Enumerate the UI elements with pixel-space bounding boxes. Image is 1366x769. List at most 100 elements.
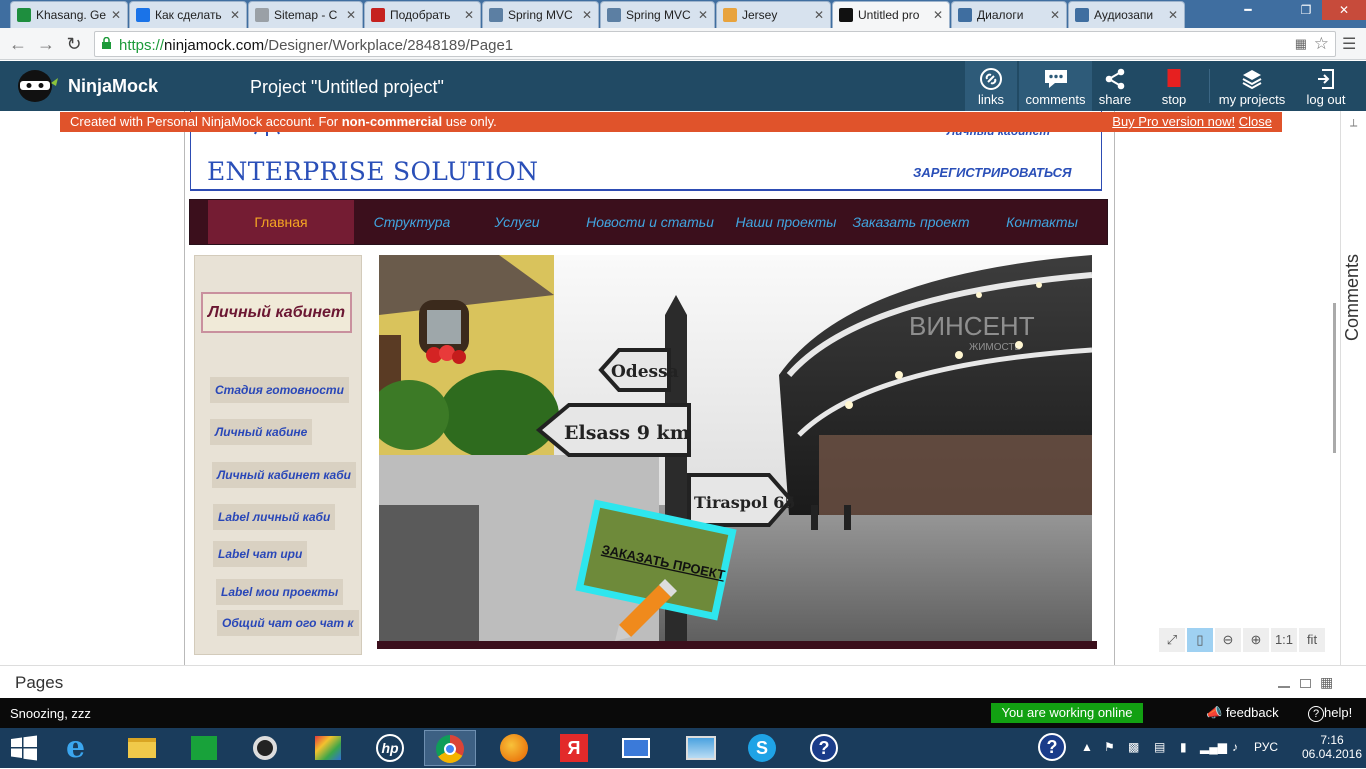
buy-pro-link[interactable]: Buy Pro version now! <box>1112 114 1235 129</box>
site-nav-item-structure[interactable]: Структура <box>362 200 462 244</box>
snooze-text: Snoozing, zzz <box>10 706 91 721</box>
taskbar-explorer[interactable] <box>116 730 168 766</box>
taskbar-yandex[interactable]: Я <box>548 730 600 766</box>
taskbar-help[interactable]: ? <box>798 730 850 766</box>
log-out-button[interactable]: log out <box>1300 61 1352 111</box>
back-button[interactable]: ← <box>6 32 30 56</box>
tray-signal-icon[interactable]: ▂▄▆ <box>1200 740 1227 754</box>
taskbar-store[interactable] <box>178 730 230 766</box>
pause-icon <box>958 8 972 22</box>
taskbar-hp[interactable]: hp <box>364 730 416 766</box>
register-link[interactable]: ЗАРЕГИСТРИРОВАТЬСЯ <box>913 165 1072 180</box>
browser-tab[interactable]: Подобрать ✕ <box>364 1 481 28</box>
close-tab-icon[interactable]: ✕ <box>698 8 708 22</box>
browser-tab[interactable]: Untitled pro ✕ <box>832 1 950 28</box>
star-icon[interactable]: ☆ <box>1314 34 1329 54</box>
taskbar-ie[interactable]: e <box>54 730 106 766</box>
tray-monitor-icon[interactable]: ▤ <box>1154 740 1165 754</box>
cabinet-box[interactable]: Личный кабинет <box>201 292 352 333</box>
banner-emph: non-commercial <box>341 114 443 129</box>
tray-clock[interactable]: 7:16 06.04.2016 <box>1300 733 1364 761</box>
help-button[interactable]: ? help! <box>1308 705 1352 722</box>
start-button[interactable] <box>0 730 48 766</box>
browser-tab[interactable]: Как сделать ✕ <box>129 1 247 28</box>
design-canvas[interactable]: ENTERPRISE SOLUTION Личный кабинет ЗАРЕГ… <box>0 111 1340 665</box>
close-tab-icon[interactable]: ✕ <box>1050 8 1060 22</box>
comments-button[interactable]: comments <box>1019 61 1092 111</box>
browser-tab-label: Диалоги <box>977 8 1024 22</box>
taskbar-webcam[interactable] <box>240 730 292 766</box>
device-button[interactable]: ▯ <box>1187 628 1213 652</box>
zoom-fit-button[interactable]: fit <box>1299 628 1325 652</box>
banner-close-link[interactable]: Close <box>1239 114 1272 129</box>
site-sidebar: Личный кабинет Стадия готовности Личный … <box>194 255 362 655</box>
pages-grid-icon[interactable]: ▦ <box>1320 674 1333 691</box>
canvas-scrollbar[interactable] <box>1333 303 1336 453</box>
zoom-in-button[interactable]: ⊕ <box>1243 628 1269 652</box>
feedback-button[interactable]: 📣 feedback <box>1206 705 1279 721</box>
browser-tab[interactable]: Spring MVC ✕ <box>482 1 599 28</box>
side-link[interactable]: Label чат ири <box>213 541 308 567</box>
my-projects-button[interactable]: my projects <box>1214 61 1290 111</box>
taskbar-photos[interactable] <box>674 730 726 766</box>
browser-tab[interactable]: Аудиозапи ✕ <box>1068 1 1185 28</box>
taskbar-firefox[interactable] <box>488 730 540 766</box>
site-nav-item-services[interactable]: Услуги <box>482 200 552 244</box>
pages-maximize-icon[interactable] <box>1300 679 1311 688</box>
translate-icon[interactable]: ▦ <box>1295 36 1307 52</box>
close-tab-icon[interactable]: ✕ <box>814 8 824 22</box>
browser-tab[interactable]: Диалоги ✕ <box>951 1 1067 28</box>
close-tab-icon[interactable]: ✕ <box>230 8 240 22</box>
site-nav-item-news[interactable]: Новости и статьи <box>580 200 720 244</box>
close-window-button[interactable]: ✕ <box>1322 0 1366 20</box>
close-tab-icon[interactable]: ✕ <box>464 8 474 22</box>
side-link[interactable]: Личный кабинет каби <box>212 462 356 488</box>
menu-icon[interactable]: ☰ <box>1342 34 1356 54</box>
side-link[interactable]: Личный кабине <box>210 419 313 445</box>
pages-minimize-icon[interactable] <box>1278 686 1290 688</box>
side-link[interactable]: Label личный каби <box>213 504 336 530</box>
minimize-button[interactable]: ━ <box>1234 0 1262 20</box>
site-nav-item-home[interactable]: Главная <box>208 200 354 244</box>
close-tab-icon[interactable]: ✕ <box>933 8 943 22</box>
side-link[interactable]: Стадия готовности <box>210 377 349 403</box>
close-tab-icon[interactable]: ✕ <box>582 8 592 22</box>
taskbar-mail[interactable] <box>610 730 662 766</box>
zoom-out-button[interactable]: ⊖ <box>1215 628 1241 652</box>
browser-tab[interactable]: Khasang. Ge ✕ <box>10 1 128 28</box>
comments-rail[interactable]: ⟂ Comments <box>1340 111 1366 665</box>
browser-tab-label: Spring MVC <box>626 8 691 22</box>
fit-screen-button[interactable]: ⤢ <box>1159 628 1185 652</box>
taskbar-puzzle[interactable] <box>302 730 354 766</box>
forward-button[interactable]: → <box>34 32 58 56</box>
taskbar-skype[interactable]: S <box>736 730 788 766</box>
zoom-1-1-button[interactable]: 1:1 <box>1271 628 1297 652</box>
tray-language[interactable]: РУС <box>1254 740 1278 754</box>
tray-chevron-icon[interactable]: ▲ <box>1081 740 1093 754</box>
pages-bar[interactable]: Pages ▦ <box>0 665 1366 698</box>
site-nav-item-projects[interactable]: Наши проекты <box>732 200 840 244</box>
browser-tab[interactable]: Spring MVC ✕ <box>600 1 715 28</box>
tray-volume-icon[interactable]: ♪ <box>1232 740 1238 754</box>
browser-tab[interactable]: Jersey ✕ <box>716 1 831 28</box>
reload-button[interactable]: ↻ <box>62 32 86 56</box>
side-link[interactable]: Label мои проекты <box>216 579 344 605</box>
browser-tab[interactable]: Sitemap - C ✕ <box>248 1 363 28</box>
site-nav-item-contacts[interactable]: Контакты <box>994 200 1090 244</box>
site-nav-item-order[interactable]: Заказать проект <box>848 200 974 244</box>
tray-battery-icon[interactable]: ▮ <box>1180 740 1187 754</box>
pin-icon[interactable]: ⟂ <box>1350 117 1357 130</box>
tray-network-icon[interactable]: ▩ <box>1128 740 1139 754</box>
close-tab-icon[interactable]: ✕ <box>111 8 121 22</box>
share-button[interactable]: share <box>1094 61 1136 111</box>
links-button[interactable]: links <box>965 61 1017 111</box>
restore-button[interactable]: ❐ <box>1292 0 1320 20</box>
url-input[interactable]: https://ninjamock.com/Designer/Workplace… <box>94 31 1336 57</box>
close-tab-icon[interactable]: ✕ <box>346 8 356 22</box>
side-link[interactable]: Общий чат ого чат к <box>217 610 359 636</box>
stop-button[interactable]: stop <box>1152 61 1196 111</box>
taskbar-chrome[interactable] <box>424 730 476 766</box>
tray-help-icon[interactable]: ? <box>1038 733 1066 761</box>
tray-flag-icon[interactable]: ⚑ <box>1104 740 1115 754</box>
close-tab-icon[interactable]: ✕ <box>1168 8 1178 22</box>
